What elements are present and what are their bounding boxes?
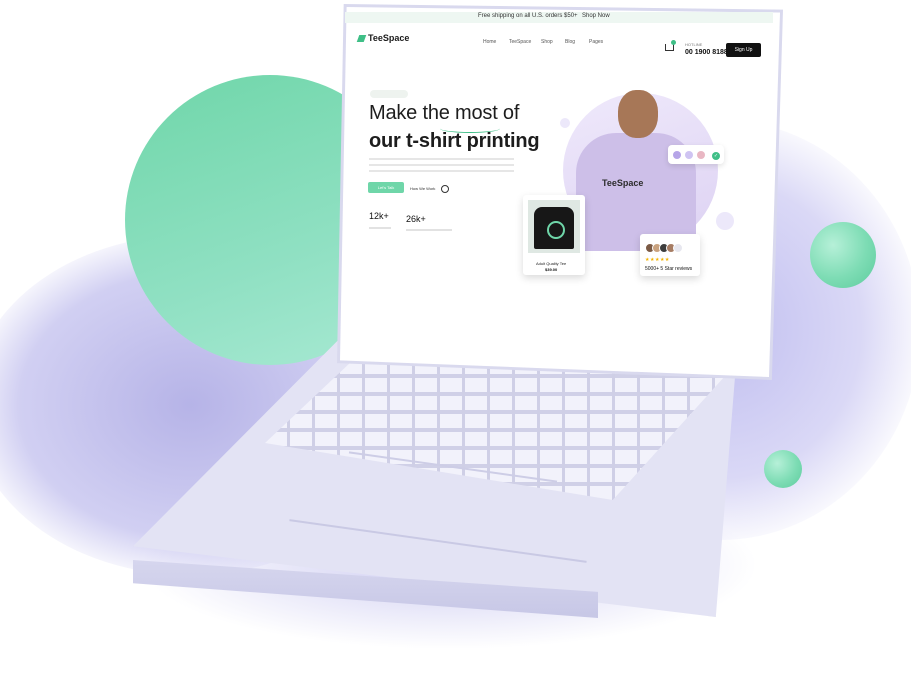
announcement-text: Free shipping on all U.S. orders $50+ xyxy=(478,13,578,19)
product-price: $39.00 xyxy=(545,267,558,272)
sign-up-button[interactable]: Sign Up xyxy=(726,43,761,57)
rating-stars: ★★★★★ xyxy=(645,257,670,263)
model-photo xyxy=(618,90,658,138)
hero-badge xyxy=(370,90,408,98)
shop-now-link[interactable]: Shop Now xyxy=(582,13,610,19)
cart-icon[interactable] xyxy=(665,44,674,51)
stat-caption-2 xyxy=(406,229,452,231)
logo-text: TeeSpace xyxy=(368,33,410,43)
hero-description xyxy=(369,158,514,176)
stat-value-1: 12k+ xyxy=(369,211,389,221)
color-swatch[interactable] xyxy=(685,151,693,159)
nav-teespace[interactable]: TeeSpace xyxy=(509,39,531,45)
hotline-number[interactable]: 00 1900 8188 xyxy=(685,49,728,56)
hero-title-line2: our t-shirt printing xyxy=(369,130,540,152)
check-icon[interactable]: ✓ xyxy=(712,152,720,160)
hotline-label: HOTLINE xyxy=(685,42,703,47)
reviews-text: 5000+ 5 Star reviews xyxy=(645,266,693,272)
color-swatch[interactable] xyxy=(673,151,681,159)
deco-dot xyxy=(560,118,570,128)
product-name: Adult Quality Tee xyxy=(536,261,567,266)
cart-count-badge xyxy=(671,40,676,45)
hero-title-line1: Make the most of xyxy=(369,102,520,124)
green-sphere-large xyxy=(810,222,876,288)
nav-pages[interactable]: Pages xyxy=(589,39,603,45)
stat-value-2: 26k+ xyxy=(406,214,426,224)
nav-shop[interactable]: Shop xyxy=(541,39,553,45)
tshirt-print-graphic xyxy=(547,221,565,239)
logo-icon xyxy=(356,35,367,42)
lets-talk-button[interactable]: Let's Talk xyxy=(368,182,404,193)
deco-dot xyxy=(716,212,734,230)
stat-caption-1 xyxy=(369,227,391,229)
avatar xyxy=(673,243,683,253)
color-swatch[interactable] xyxy=(697,151,705,159)
green-sphere-small xyxy=(764,450,802,488)
hoodie-logo: TeeSpace xyxy=(602,178,644,188)
nav-home[interactable]: Home xyxy=(483,39,496,45)
how-we-work-link[interactable]: How We Work xyxy=(410,186,435,191)
site-logo[interactable]: TeeSpace xyxy=(356,33,410,43)
nav-blog[interactable]: Blog xyxy=(565,39,575,45)
play-icon[interactable] xyxy=(441,185,449,193)
